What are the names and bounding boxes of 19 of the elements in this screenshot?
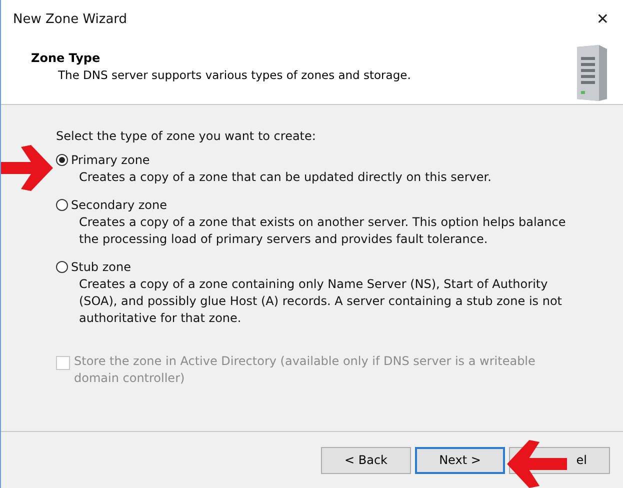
option-description: Creates a copy of a zone that can be updated directly on this server.: [78, 169, 492, 186]
option-description: Creates a copy of a zone that exists on another server. This option helps balance the processing load of primary servers and provides fault tolerance.: [78, 214, 567, 248]
arrow-icon: [1, 145, 53, 191]
radio-label[interactable]: Secondary zone: [71, 198, 167, 212]
option-description: Creates a copy of a zone containing only Name Server (NS), Start of Authority (SOA), and possibly glue Host (A) records. A server containing a stub zone is not authoritative for that zone.: [78, 276, 563, 327]
page-subtitle: The DNS server supports various types of zones and storage.: [57, 68, 411, 82]
radio-button[interactable]: [56, 154, 68, 166]
next-button[interactable]: Next >: [415, 446, 505, 474]
zone-type-prompt: Select the type of zone you want to create:: [56, 129, 317, 143]
radio-button[interactable]: [56, 199, 68, 211]
radio-button[interactable]: [56, 261, 68, 273]
arrow-icon: [507, 440, 567, 488]
close-button[interactable]: ✕: [596, 10, 609, 28]
back-button[interactable]: < Back: [321, 446, 411, 474]
window-title: New Zone Wizard: [13, 12, 128, 26]
checkbox-label: Store the zone in Active Directory (available only if DNS server is a writeable domain controller): [74, 353, 536, 387]
radio-label[interactable]: Stub zone: [71, 260, 131, 274]
radio-label[interactable]: Primary zone: [71, 153, 150, 167]
page-title: Zone Type: [31, 51, 102, 65]
